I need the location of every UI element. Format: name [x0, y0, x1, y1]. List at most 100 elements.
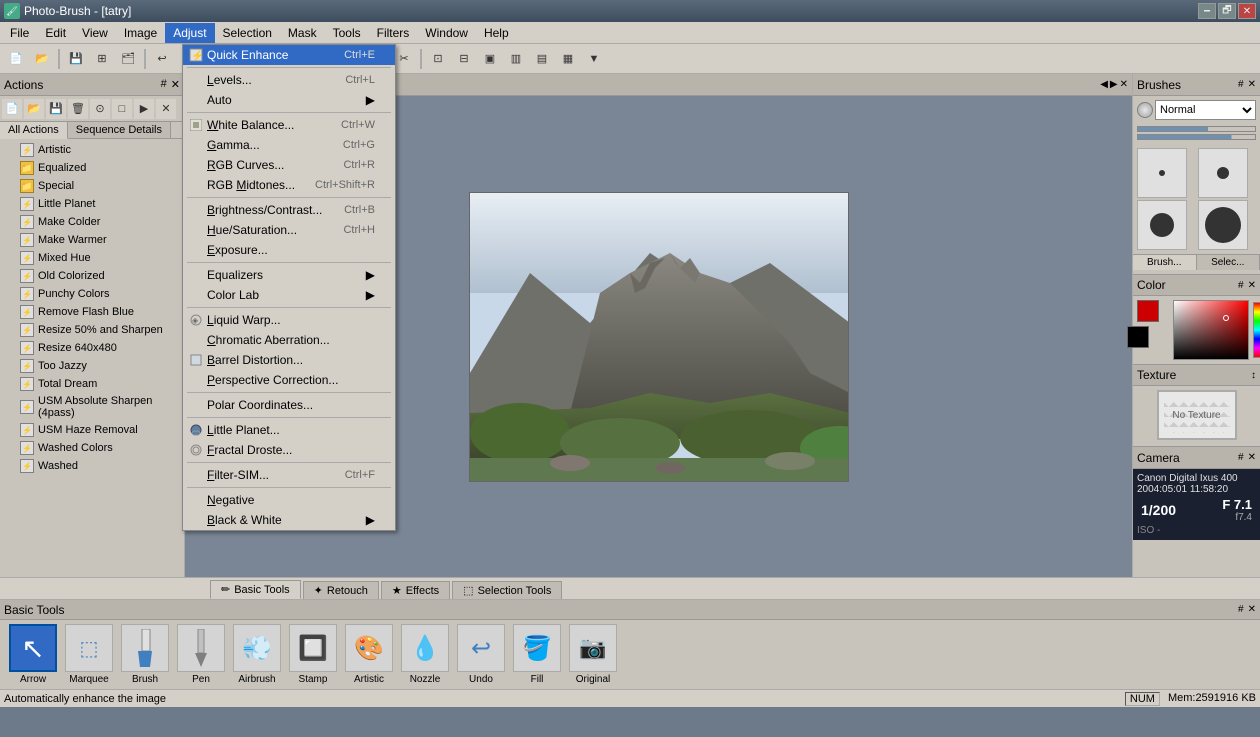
tool-pen[interactable]: Pen [176, 624, 226, 685]
menu-filter-sim[interactable]: Filter-SIM... Ctrl+F [183, 465, 395, 485]
action-item-resize-sharpen[interactable]: ⚡ Resize 50% and Sharpen [0, 321, 184, 339]
menu-negative[interactable]: Negative [183, 490, 395, 510]
brush-tab-select[interactable]: Selec... [1197, 255, 1260, 270]
toolbar-grid[interactable]: ⊞ [90, 47, 114, 71]
actions-square-btn[interactable]: □ [112, 99, 132, 119]
menu-adjust[interactable]: Adjust [165, 23, 214, 43]
menu-filters[interactable]: Filters [369, 23, 418, 43]
menu-equalizers[interactable]: Equalizers ▶ [183, 265, 395, 285]
action-item-usm-haze[interactable]: ⚡ USM Haze Removal [0, 421, 184, 439]
menu-polar-coordinates[interactable]: Polar Coordinates... [183, 395, 395, 415]
menu-tools[interactable]: Tools [325, 23, 369, 43]
tool-undo[interactable]: ↩ Undo [456, 624, 506, 685]
menu-barrel-distortion[interactable]: Barrel Distortion... [183, 350, 395, 370]
brushes-pin[interactable]: # [1238, 79, 1244, 90]
actions-close-icon[interactable]: ✕ [171, 78, 180, 91]
tool-nozzle[interactable]: 💧 Nozzle [400, 624, 450, 685]
action-item-make-warmer[interactable]: ⚡ Make Warmer [0, 231, 184, 249]
camera-close-icon[interactable]: ✕ [1248, 452, 1256, 463]
action-item-too-jazzy[interactable]: ⚡ Too Jazzy [0, 357, 184, 375]
toolbar-new[interactable]: 📄 [4, 47, 28, 71]
basic-tools-close-icon[interactable]: ✕ [1248, 604, 1256, 615]
action-item-mixed-hue[interactable]: ⚡ Mixed Hue [0, 249, 184, 267]
menu-file[interactable]: File [2, 23, 37, 43]
tab-effects[interactable]: ★ Effects [381, 581, 450, 599]
tool-marquee[interactable]: ⬚ Marquee [64, 624, 114, 685]
close-button[interactable]: ✕ [1238, 3, 1256, 19]
toolbar-save[interactable]: 💾 [64, 47, 88, 71]
brush-sample-2[interactable] [1198, 148, 1248, 198]
menu-selection[interactable]: Selection [215, 23, 280, 43]
color-pin[interactable]: # [1238, 280, 1244, 291]
camera-pin[interactable]: # [1238, 452, 1244, 463]
tab-retouch[interactable]: ✦ Retouch [303, 581, 379, 599]
action-item-old-colorized[interactable]: ⚡ Old Colorized [0, 267, 184, 285]
action-item-washed-colors[interactable]: ⚡ Washed Colors [0, 439, 184, 457]
action-item-special[interactable]: 📁 Special [0, 177, 184, 195]
background-color-swatch[interactable] [1127, 326, 1149, 348]
canvas-next-icon[interactable]: ▶ [1110, 79, 1118, 90]
tool-original[interactable]: 📷 Original [568, 624, 618, 685]
toolbar-b3[interactable]: ▤ [530, 47, 554, 71]
tool-stamp[interactable]: 🔲 Stamp [288, 624, 338, 685]
menu-quick-enhance[interactable]: ⚡ Quick Enhance Ctrl+E [183, 45, 395, 65]
toolbar-b1[interactable]: ▣ [478, 47, 502, 71]
tab-sequence-details[interactable]: Sequence Details [68, 122, 171, 138]
color-gradient-picker[interactable] [1173, 300, 1249, 360]
tab-selection-tools[interactable]: ⬚ Selection Tools [452, 581, 562, 599]
action-item-artistic[interactable]: ⚡ Artistic [0, 141, 184, 159]
tool-fill[interactable]: 🪣 Fill [512, 624, 562, 685]
actions-open-btn[interactable]: 📂 [24, 99, 44, 119]
actions-save-btn[interactable]: 💾 [46, 99, 66, 119]
menu-hue-saturation[interactable]: Hue/Saturation... Ctrl+H [183, 220, 395, 240]
toolbar-open[interactable]: 📂 [30, 47, 54, 71]
action-item-equalized[interactable]: 📁 Equalized [0, 159, 184, 177]
toolbar-b4[interactable]: ▦ [556, 47, 580, 71]
toolbar-b2[interactable]: ▥ [504, 47, 528, 71]
menu-help[interactable]: Help [476, 23, 517, 43]
actions-stop-btn[interactable]: ✕ [156, 99, 176, 119]
brush-sample-3[interactable] [1137, 200, 1187, 250]
action-item-remove-flash-blue[interactable]: ⚡ Remove Flash Blue [0, 303, 184, 321]
canvas-close-icon[interactable]: ✕ [1120, 79, 1128, 90]
actions-circle-btn[interactable]: ⊙ [90, 99, 110, 119]
brush-sample-4[interactable] [1198, 200, 1248, 250]
tool-arrow[interactable]: ↖ Arrow [8, 624, 58, 685]
brush-sample-1[interactable] [1137, 148, 1187, 198]
canvas-prev-icon[interactable]: ◀ [1100, 79, 1108, 90]
actions-delete-btn[interactable]: 🗑 [68, 99, 88, 119]
actions-play-btn[interactable]: ▶ [134, 99, 154, 119]
tab-all-actions[interactable]: All Actions [0, 122, 68, 139]
menu-auto[interactable]: Auto ▶ [183, 90, 395, 110]
menu-rgb-curves[interactable]: RGB Curves... Ctrl+R [183, 155, 395, 175]
menu-chromatic-aberration[interactable]: Chromatic Aberration... [183, 330, 395, 350]
menu-mask[interactable]: Mask [280, 23, 325, 43]
menu-white-balance[interactable]: White Balance... Ctrl+W [183, 115, 395, 135]
actions-pin[interactable]: # [161, 78, 167, 91]
brush-opacity-slider[interactable] [1137, 134, 1256, 140]
tool-brush[interactable]: Brush [120, 624, 170, 685]
foreground-color-swatch[interactable] [1137, 300, 1159, 322]
color-close-icon[interactable]: ✕ [1248, 280, 1256, 291]
maximize-button[interactable]: 🗗 [1218, 3, 1236, 19]
brush-tab-brush[interactable]: Brush... [1133, 255, 1197, 270]
brushes-mode-dropdown[interactable]: Normal Multiply Screen Overlay [1155, 100, 1256, 120]
menu-image[interactable]: Image [116, 23, 165, 43]
menu-fractal-droste[interactable]: Fractal Droste... [183, 440, 395, 460]
minimize-button[interactable]: 🗕 [1198, 3, 1216, 19]
tool-airbrush[interactable]: 💨 Airbrush [232, 624, 282, 685]
menu-color-lab[interactable]: Color Lab ▶ [183, 285, 395, 305]
brushes-close-icon[interactable]: ✕ [1248, 79, 1256, 90]
texture-preview[interactable]: No Texture [1157, 390, 1237, 440]
toolbar-undo-action[interactable]: ↩ [150, 47, 174, 71]
brush-size-slider[interactable] [1137, 126, 1256, 132]
toolbar-transform2[interactable]: ⊟ [452, 47, 476, 71]
action-item-make-colder[interactable]: ⚡ Make Colder [0, 213, 184, 231]
toolbar-transform[interactable]: ⊡ [426, 47, 450, 71]
menu-rgb-midtones[interactable]: RGB Midtones... Ctrl+Shift+R [183, 175, 395, 195]
toolbar-more[interactable]: ▼ [582, 47, 606, 71]
menu-liquid-warp[interactable]: ◈ Liquid Warp... [183, 310, 395, 330]
menu-edit[interactable]: Edit [37, 23, 74, 43]
action-item-usm-sharpen[interactable]: ⚡ USM Absolute Sharpen (4pass) [0, 393, 184, 421]
basic-tools-pin[interactable]: # [1238, 604, 1244, 615]
